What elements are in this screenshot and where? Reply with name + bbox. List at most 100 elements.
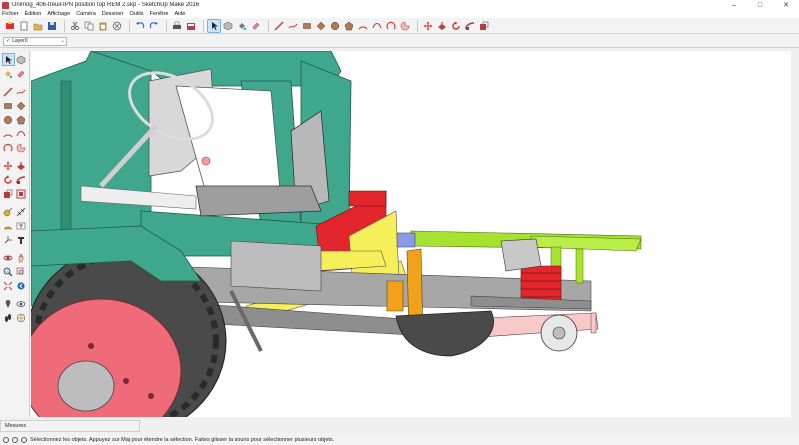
model-info-icon[interactable] [185,20,197,32]
offset-tool-icon[interactable] [16,188,27,199]
select-tool-icon[interactable] [1,53,15,66]
freehand-tool-icon[interactable] [287,20,299,32]
axes-tool-icon[interactable] [3,234,14,245]
status-message: Sélectionnez les objets. Appuyez sur Maj… [30,436,335,443]
push-pull-icon[interactable] [436,20,448,32]
eraser-icon[interactable] [250,20,262,32]
zoom-window-icon[interactable] [16,266,27,277]
erase-delete-icon[interactable] [111,20,123,32]
eraser-icon[interactable] [16,68,27,79]
orange-post-2 [386,280,404,312]
rotate-tool-icon[interactable] [450,20,462,32]
move-tool-icon[interactable] [3,160,14,171]
zoom-tool-icon[interactable] [3,266,14,277]
minimize-button[interactable]: – [721,0,747,10]
sketchup-window: Unimog_406-treuil-IPN position top REM 2… [0,0,799,445]
viewport-right-edge [791,51,799,417]
pie-tool-icon[interactable] [399,20,411,32]
large-tool-set [0,51,30,417]
arc-tool-icon[interactable] [357,20,369,32]
text-tool-icon[interactable] [16,220,27,231]
gear-knob [201,156,211,166]
menu-edition[interactable]: Édition [25,11,42,17]
dimension-tool-icon[interactable] [16,206,27,217]
modeling-viewport[interactable] [31,51,791,417]
circle-tool-icon[interactable] [3,114,14,125]
small-roller-hub [552,326,566,340]
getting-started-icon[interactable] [4,20,16,32]
cut-icon[interactable] [69,20,81,32]
red-tank-top [348,190,387,207]
close-button[interactable]: ✕ [773,0,799,10]
pan-tool-icon[interactable] [16,252,27,263]
3d-text-icon[interactable] [16,234,27,245]
polygon-tool-icon[interactable] [16,114,27,125]
look-around-icon[interactable] [16,298,27,309]
menu-affichage[interactable]: Affichage [47,11,70,17]
menu-aide[interactable]: Aide [174,11,185,17]
arc-tool-icon[interactable] [3,128,14,139]
geo-location-icon[interactable] [3,436,9,443]
lime-platform-side [530,235,642,252]
make-component-icon[interactable] [16,54,27,65]
rotate-tool-icon[interactable] [3,174,14,185]
pie-tool-icon[interactable] [16,142,27,153]
line-tool-icon[interactable] [273,20,285,32]
follow-me-icon[interactable] [16,174,27,185]
open-folder-icon[interactable] [32,20,44,32]
pink-beam-front [590,312,597,334]
wheel-hub [57,360,115,412]
zoom-extents-icon[interactable] [3,280,14,291]
polygon-tool-icon[interactable] [343,20,355,32]
undo-icon[interactable] [134,20,146,32]
copy-icon[interactable] [83,20,95,32]
menu-fichier[interactable]: Fichier [2,11,19,17]
save-icon[interactable] [46,20,58,32]
rotated-rectangle-icon[interactable] [16,100,27,111]
rotated-rectangle-icon[interactable] [315,20,327,32]
two-point-arc-icon[interactable] [371,20,383,32]
unimog-model-drawing[interactable] [31,51,791,417]
credits-icon[interactable] [12,436,18,443]
select-tool-icon[interactable] [207,18,221,33]
status-bar: Sélectionnez les objets. Appuyez sur Maj… [0,434,799,445]
help-icon[interactable] [21,436,27,443]
menu-dessiner[interactable]: Dessiner [102,11,124,17]
menu-fenetre[interactable]: Fenêtre [150,11,169,17]
move-tool-icon[interactable] [422,20,434,32]
window-title: Unimog_406-treuil-IPN position top REM 2… [12,2,200,8]
measurements-box[interactable]: Mesures [0,420,140,432]
menu-camera[interactable]: Caméra [76,11,96,17]
orbit-tool-icon[interactable] [3,252,14,263]
new-file-icon[interactable] [18,20,30,32]
walk-tool-icon[interactable] [3,312,14,323]
paint-bucket-icon[interactable] [236,20,248,32]
layer-dropdown[interactable]: ✔ Layer0 ⌄ [3,36,67,46]
previous-view-icon[interactable] [16,280,27,291]
line-tool-icon[interactable] [3,86,14,97]
print-icon[interactable] [171,20,183,32]
scale-tool-icon[interactable] [3,188,14,199]
position-camera-icon[interactable] [3,298,14,309]
redo-icon[interactable] [148,20,160,32]
three-point-arc-icon[interactable] [3,142,14,153]
circle-tool-icon[interactable] [329,20,341,32]
maximize-button[interactable]: □ [747,0,773,10]
menu-outils[interactable]: Outils [129,11,143,17]
follow-me-icon[interactable] [464,20,476,32]
push-pull-icon[interactable] [16,160,27,171]
section-plane-icon[interactable] [16,312,27,323]
make-component-icon[interactable] [222,20,234,32]
rectangle-tool-icon[interactable] [3,100,14,111]
rectangle-tool-icon[interactable] [301,20,313,32]
tape-measure-icon[interactable] [3,206,14,217]
two-point-arc-icon[interactable] [16,128,27,139]
protractor-icon[interactable] [3,220,14,231]
paste-icon[interactable] [97,20,109,32]
scale-tool-icon[interactable] [478,20,490,32]
toolbar-separator [64,19,65,32]
freehand-tool-icon[interactable] [16,86,27,97]
paint-bucket-icon[interactable] [3,68,14,79]
three-point-arc-icon[interactable] [385,20,397,32]
toolbar-separator [166,19,167,32]
